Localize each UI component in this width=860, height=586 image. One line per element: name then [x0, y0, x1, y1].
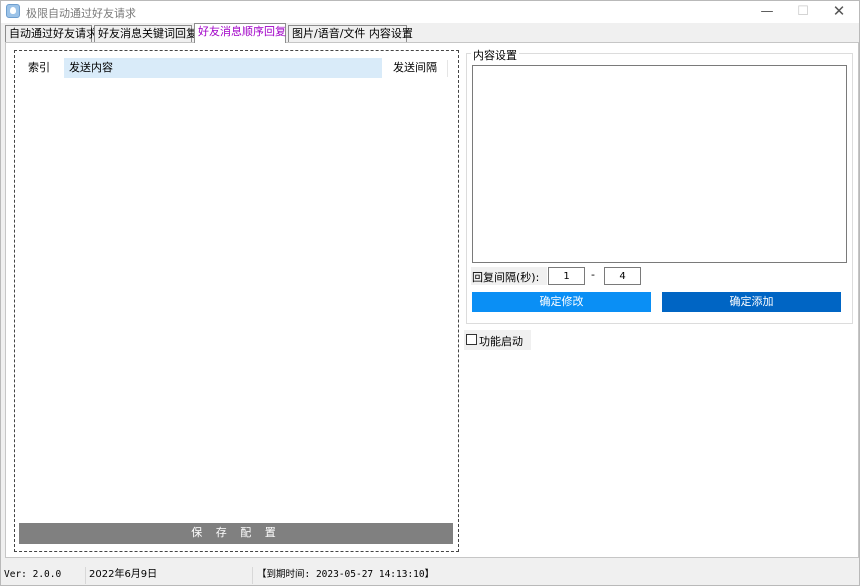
app-window: 极限自动通过好友请求 — ☐ ✕ 自动通过好友请求 好友消息关键词回复 好友消息…	[0, 0, 860, 586]
feature-enable-label: 功能启动	[479, 335, 523, 348]
close-button[interactable]: ✕	[817, 1, 860, 23]
status-expire-time: 【到期时间: 2023-05-27 14:13:10】	[257, 569, 435, 580]
column-divider	[447, 60, 448, 77]
app-icon	[6, 4, 20, 18]
content-textarea[interactable]	[472, 65, 847, 263]
tab-panel: 索引 发送内容 发送间隔 保 存 配 置 内容设置 回复间隔(秒): - 确定修…	[5, 42, 859, 558]
save-config-button[interactable]: 保 存 配 置	[19, 523, 453, 544]
tab-auto-accept-friends[interactable]: 自动通过好友请求	[5, 25, 97, 42]
interval-min-input[interactable]	[548, 267, 585, 285]
confirm-modify-button[interactable]: 确定修改	[472, 292, 651, 312]
content-settings-group: 内容设置 回复间隔(秒): - 确定修改 确定添加	[466, 47, 853, 324]
tab-sequential-reply[interactable]: 好友消息顺序回复	[194, 23, 286, 43]
status-date: 2022年6月9日	[89, 567, 253, 584]
column-header-content[interactable]: 发送内容	[64, 58, 382, 78]
interval-separator: -	[591, 268, 595, 281]
interval-max-input[interactable]	[604, 267, 641, 285]
window-title: 极限自动通过好友请求	[26, 7, 136, 20]
status-bar: Ver: 2.0.0 2022年6月9日 【到期时间: 2023-05-27 1…	[1, 565, 859, 585]
interval-label: 回复间隔(秒):	[472, 271, 540, 284]
status-version: Ver: 2.0.0	[4, 567, 86, 584]
interval-label-box: 回复间隔(秒):	[471, 267, 547, 285]
message-list[interactable]: 索引 发送内容 发送间隔 保 存 配 置	[14, 50, 459, 552]
list-header: 索引 发送内容 发送间隔	[19, 58, 449, 78]
confirm-add-button[interactable]: 确定添加	[662, 292, 841, 312]
title-bar[interactable]: 极限自动通过好友请求 — ☐ ✕	[1, 1, 859, 23]
feature-enable-toggle[interactable]: 功能启动	[464, 330, 531, 350]
tab-media-content-settings[interactable]: 图片/语音/文件 内容设置	[288, 25, 413, 42]
column-header-interval[interactable]: 发送间隔	[383, 58, 447, 78]
tab-keyword-reply[interactable]: 好友消息关键词回复	[94, 25, 197, 42]
content-settings-legend: 内容设置	[471, 47, 519, 63]
feature-enable-checkbox[interactable]	[466, 334, 477, 345]
column-header-index[interactable]: 索引	[23, 58, 63, 78]
